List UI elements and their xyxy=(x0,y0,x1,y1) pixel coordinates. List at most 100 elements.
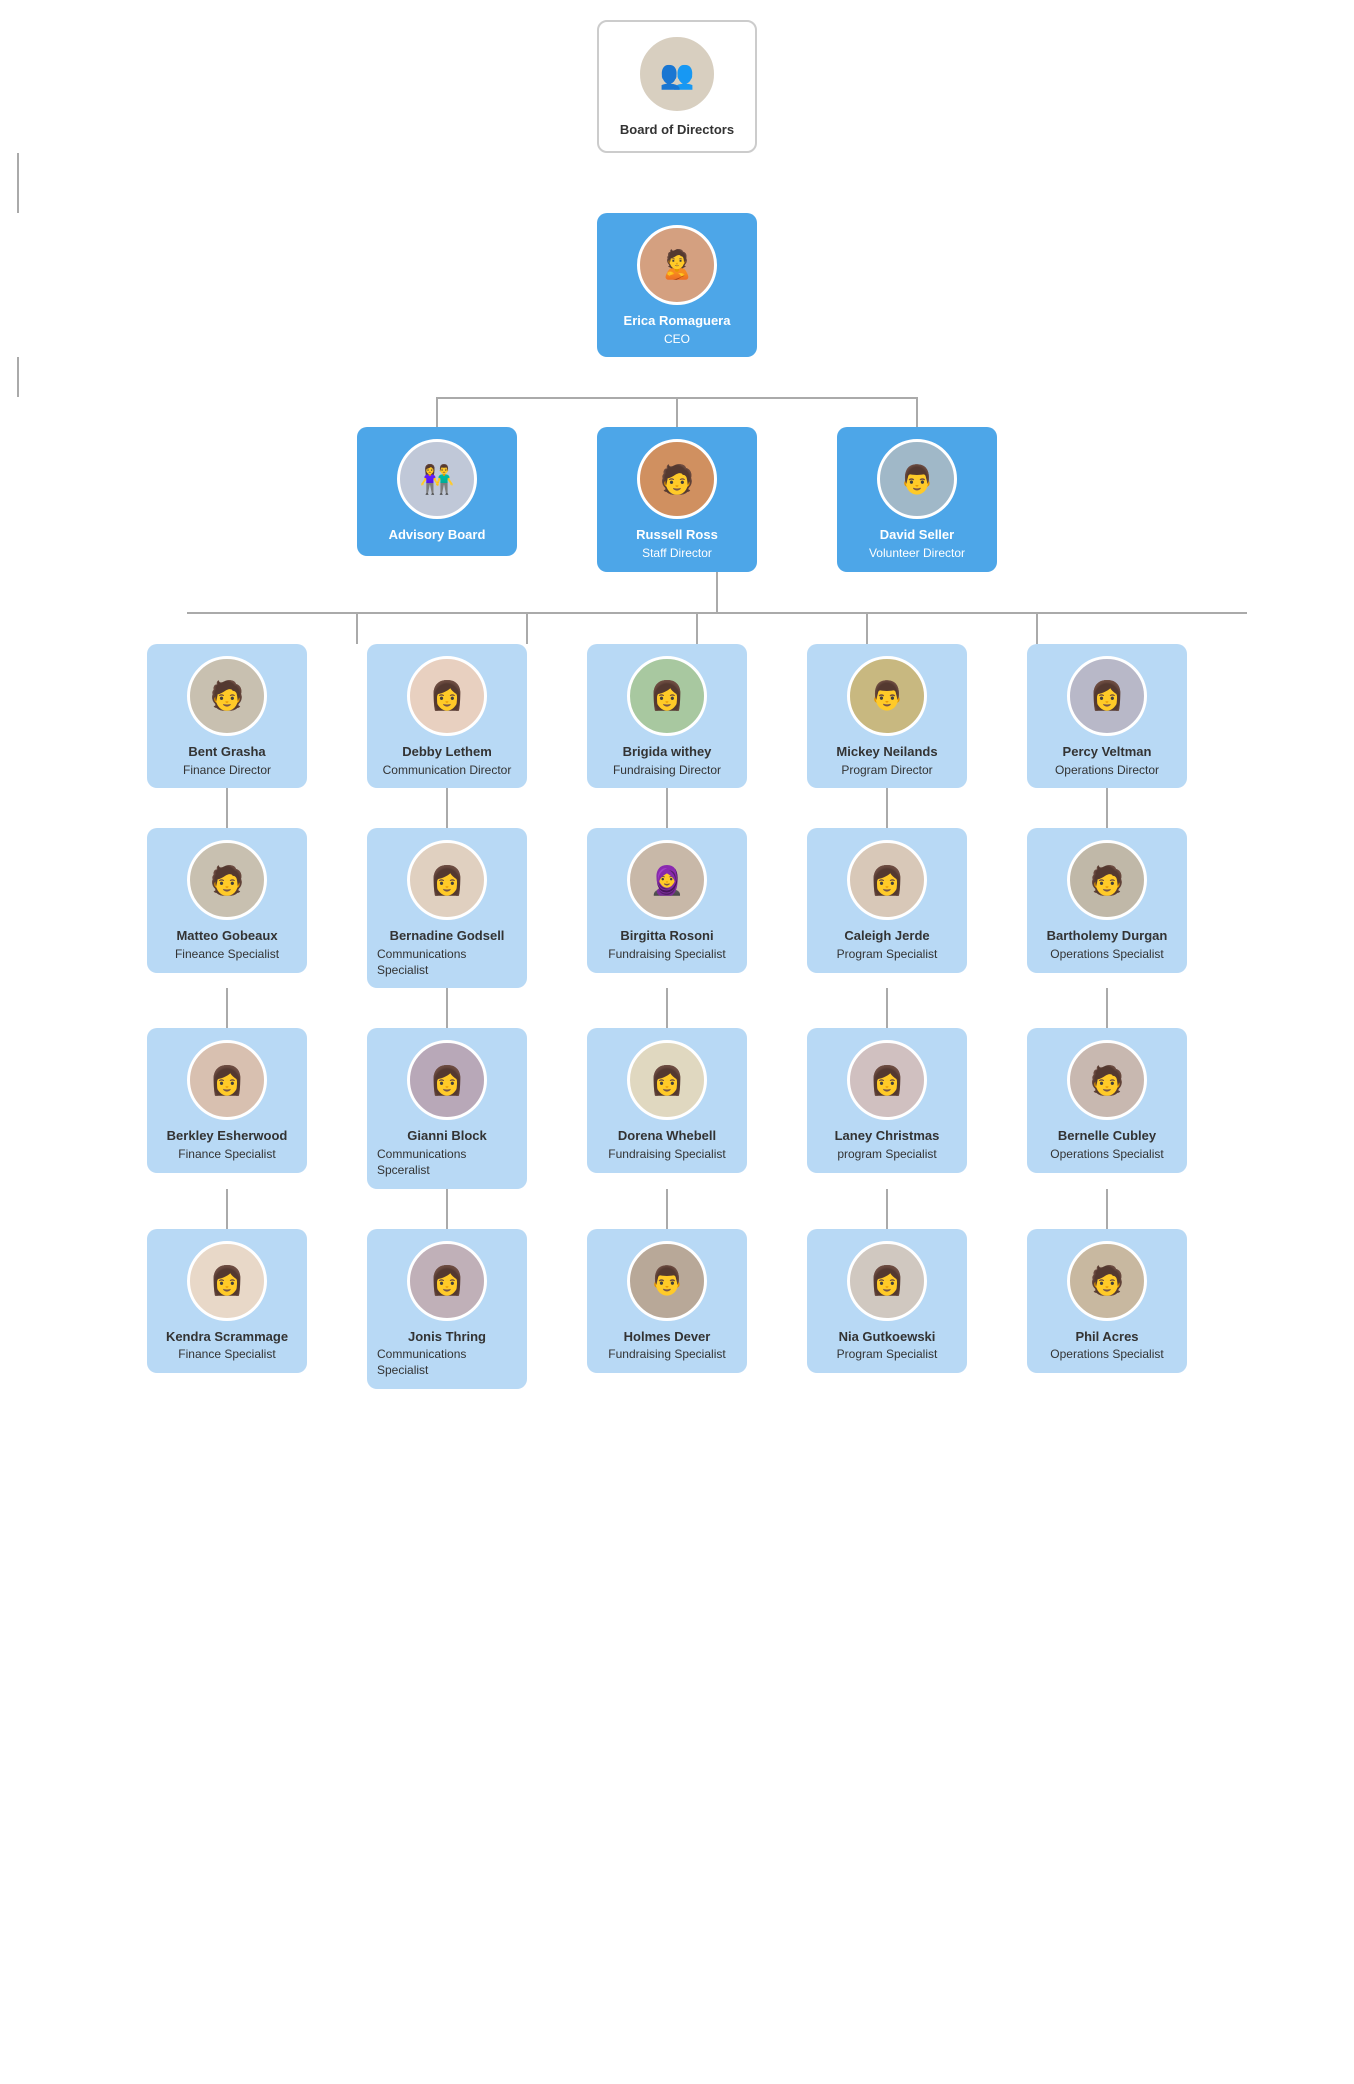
jonis-node[interactable]: 👩 Jonis Thring Communications Specialist xyxy=(367,1229,527,1389)
l3-to-l4-connectors xyxy=(17,788,1317,828)
david-col: 👨 David Seller Volunteer Director xyxy=(837,427,997,571)
nia-name: Nia Gutkoewski xyxy=(839,1329,936,1346)
berkley-col: 👩 Berkley Esherwood Finance Specialist xyxy=(127,1028,327,1188)
kendra-avatar: 👩 xyxy=(187,1241,267,1321)
phil-title: Operations Specialist xyxy=(1050,1347,1163,1363)
birgitta-name: Birgitta Rosoni xyxy=(620,928,713,945)
ceo-section: 🙎 Erica Romaguera CEO xyxy=(17,213,1337,357)
bartholemy-title: Operations Specialist xyxy=(1050,947,1163,963)
advisory-node[interactable]: 👫 Advisory Board xyxy=(357,427,517,556)
l2-col3 xyxy=(837,397,997,427)
birgitta-avatar: 🧕 xyxy=(627,840,707,920)
matteo-avatar: 🧑 xyxy=(187,840,267,920)
laney-title: program Specialist xyxy=(837,1147,936,1163)
bernadine-avatar: 👩 xyxy=(407,840,487,920)
brigida-node[interactable]: 👩 Brigida withey Fundraising Director xyxy=(587,644,747,788)
gianni-col: 👩 Gianni Block Communications Spceralist xyxy=(347,1028,547,1188)
h-bar-l2 xyxy=(437,397,917,399)
board-avatar: 👥 xyxy=(637,34,717,114)
bernelle-name: Bernelle Cubley xyxy=(1058,1128,1156,1145)
mickey-node[interactable]: 👨 Mickey Neilands Program Director xyxy=(807,644,967,788)
vert-percy xyxy=(1036,614,1038,644)
brigida-title: Fundraising Director xyxy=(613,763,721,779)
bernadine-title: Communications Specialist xyxy=(377,947,517,978)
bernelle-node[interactable]: 🧑 Bernelle Cubley Operations Specialist xyxy=(1027,1028,1187,1172)
percy-node[interactable]: 👩 Percy Veltman Operations Director xyxy=(1027,644,1187,788)
vert-debby xyxy=(526,614,528,644)
vert-russell-down xyxy=(716,572,718,612)
bent-name: Bent Grasha xyxy=(188,744,265,761)
jonis-title: Communications Specialist xyxy=(377,1347,517,1378)
l4-to-l5-connectors xyxy=(17,988,1317,1028)
percy-name: Percy Veltman xyxy=(1063,744,1152,761)
berkley-title: Finance Specialist xyxy=(178,1147,275,1163)
russell-node[interactable]: 🧑 Russell Ross Staff Director xyxy=(597,427,757,571)
debby-title: Communication Director xyxy=(383,763,512,779)
russell-name: Russell Ross xyxy=(636,527,718,544)
kendra-node[interactable]: 👩 Kendra Scrammage Finance Specialist xyxy=(147,1229,307,1373)
nia-title: Program Specialist xyxy=(837,1347,938,1363)
gianni-node[interactable]: 👩 Gianni Block Communications Spceralist xyxy=(367,1028,527,1188)
caleigh-col: 👩 Caleigh Jerde Program Specialist xyxy=(787,828,987,988)
level2-to-3-connector xyxy=(17,572,1337,614)
vert-brigida xyxy=(696,614,698,644)
bernelle-avatar: 🧑 xyxy=(1067,1040,1147,1120)
l5-to-l6-connectors xyxy=(17,1189,1317,1229)
bernadine-col: 👩 Bernadine Godsell Communications Speci… xyxy=(347,828,547,988)
debby-avatar: 👩 xyxy=(407,656,487,736)
bernelle-col: 🧑 Bernelle Cubley Operations Specialist xyxy=(1007,1028,1207,1188)
matteo-node[interactable]: 🧑 Matteo Gobeaux Fineance Specialist xyxy=(147,828,307,972)
caleigh-avatar: 👩 xyxy=(847,840,927,920)
russell-col: 🧑 Russell Ross Staff Director xyxy=(597,427,757,571)
phil-node[interactable]: 🧑 Phil Acres Operations Specialist xyxy=(1027,1229,1187,1373)
david-node[interactable]: 👨 David Seller Volunteer Director xyxy=(837,427,997,571)
russell-avatar: 🧑 xyxy=(637,439,717,519)
percy-col: 👩 Percy Veltman Operations Director xyxy=(1007,644,1207,788)
caleigh-node[interactable]: 👩 Caleigh Jerde Program Specialist xyxy=(807,828,967,972)
advisory-name: Advisory Board xyxy=(389,527,486,544)
dorena-node[interactable]: 👩 Dorena Whebell Fundraising Specialist xyxy=(587,1028,747,1172)
bartholemy-col: 🧑 Bartholemy Durgan Operations Specialis… xyxy=(1007,828,1207,988)
vert-david xyxy=(916,397,918,427)
phil-col: 🧑 Phil Acres Operations Specialist xyxy=(1007,1229,1207,1389)
phil-name: Phil Acres xyxy=(1075,1329,1138,1346)
laney-node[interactable]: 👩 Laney Christmas program Specialist xyxy=(807,1028,967,1172)
berkley-node[interactable]: 👩 Berkley Esherwood Finance Specialist xyxy=(147,1028,307,1172)
level4-nodes: 🧑 Matteo Gobeaux Fineance Specialist 👩 B… xyxy=(17,828,1317,988)
bent-title: Finance Director xyxy=(183,763,271,779)
bernadine-name: Bernadine Godsell xyxy=(390,928,505,945)
dorena-title: Fundraising Specialist xyxy=(608,1147,725,1163)
holmes-name: Holmes Dever xyxy=(624,1329,711,1346)
gianni-avatar: 👩 xyxy=(407,1040,487,1120)
debby-node[interactable]: 👩 Debby Lethem Communication Director xyxy=(367,644,527,788)
percy-title: Operations Director xyxy=(1055,763,1159,779)
bernelle-title: Operations Specialist xyxy=(1050,1147,1163,1163)
birgitta-node[interactable]: 🧕 Birgitta Rosoni Fundraising Specialist xyxy=(587,828,747,972)
bartholemy-node[interactable]: 🧑 Bartholemy Durgan Operations Specialis… xyxy=(1027,828,1187,972)
brigida-name: Brigida withey xyxy=(623,744,712,761)
kendra-title: Finance Specialist xyxy=(178,1347,275,1363)
russell-title: Staff Director xyxy=(642,546,712,562)
bernadine-node[interactable]: 👩 Bernadine Godsell Communications Speci… xyxy=(367,828,527,988)
laney-col: 👩 Laney Christmas program Specialist xyxy=(787,1028,987,1188)
level2-nodes: 👫 Advisory Board 🧑 Russell Ross Staff Di… xyxy=(17,427,1337,571)
bent-node[interactable]: 🧑 Bent Grasha Finance Director xyxy=(147,644,307,788)
bartholemy-avatar: 🧑 xyxy=(1067,840,1147,920)
holmes-node[interactable]: 👨 Holmes Dever Fundraising Specialist xyxy=(587,1229,747,1373)
ceo-node[interactable]: 🙎 Erica Romaguera CEO xyxy=(597,213,757,357)
advisory-avatar: 👫 xyxy=(397,439,477,519)
bent-col: 🧑 Bent Grasha Finance Director xyxy=(127,644,327,788)
bent-avatar: 🧑 xyxy=(187,656,267,736)
ceo-title: CEO xyxy=(664,332,690,348)
board-node[interactable]: 👥 Board of Directors xyxy=(597,20,757,153)
percy-avatar: 👩 xyxy=(1067,656,1147,736)
matteo-title: Fineance Specialist xyxy=(175,947,279,963)
connector-ceo-l2 xyxy=(17,357,19,397)
vert-mickey xyxy=(866,614,868,644)
nia-node[interactable]: 👩 Nia Gutkoewski Program Specialist xyxy=(807,1229,967,1373)
berkley-name: Berkley Esherwood xyxy=(167,1128,288,1145)
laney-avatar: 👩 xyxy=(847,1040,927,1120)
h-bar-l3 xyxy=(187,612,1247,614)
brigida-avatar: 👩 xyxy=(627,656,707,736)
mickey-col: 👨 Mickey Neilands Program Director xyxy=(787,644,987,788)
